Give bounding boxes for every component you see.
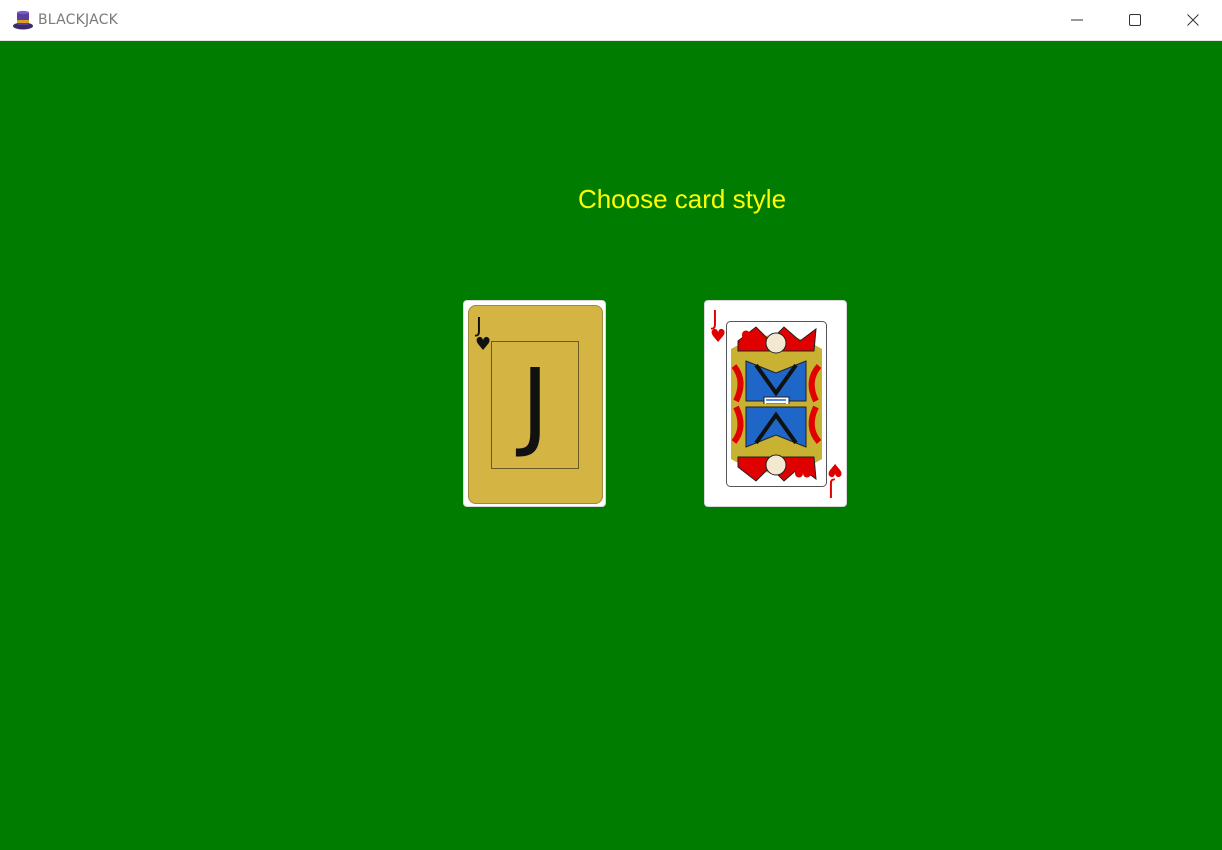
card-center-rank: J [520,348,550,460]
maximize-icon [1129,14,1141,26]
game-table: Choose card style J ♥ J J ♥ ♥ J [0,41,1222,850]
maximize-button[interactable] [1106,0,1164,40]
heart-suit-icon: ♥ [827,459,844,480]
card-style-simple-option[interactable]: J ♥ J [463,300,606,507]
minimize-icon [1071,19,1083,21]
simple-card-face: J ♥ J [468,305,603,504]
heart-suit-icon: ♥ [475,334,492,355]
title-bar[interactable]: BLACKJACK [0,0,1222,41]
card-center-frame: J [491,341,579,469]
classic-card-face: J ♥ ♥ J [705,301,846,506]
card-style-classic-option[interactable]: J ♥ ♥ J [704,300,847,507]
close-icon [1187,14,1199,26]
card-corner-rank: J [476,313,482,337]
choose-style-heading: Choose card style [577,184,787,214]
top-hat-icon [12,9,34,31]
window-title: BLACKJACK [38,12,118,28]
card-corner-rank: J [712,306,718,330]
jack-of-hearts-artwork [726,321,827,487]
minimize-button[interactable] [1048,0,1106,40]
heart-suit-icon: ♥ [710,326,727,347]
close-button[interactable] [1164,0,1222,40]
card-corner-rank: J [828,478,834,502]
